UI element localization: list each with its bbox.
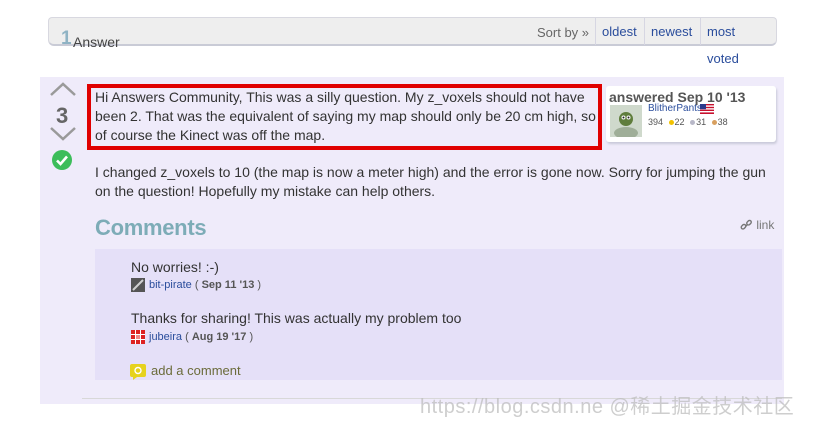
- user-card: answered Sep 10 '13 BlitherPants 394 22: [606, 86, 776, 142]
- permalink[interactable]: link: [740, 218, 774, 232]
- gold-badge-count: 22: [674, 117, 685, 127]
- answer-count: 1: [61, 28, 72, 49]
- user-stats: 394 22 31 38: [648, 117, 728, 127]
- silver-badge-icon: [690, 120, 696, 126]
- highlight-box: [87, 84, 602, 150]
- user-karma: 394: [648, 117, 664, 127]
- comment-date-1: Sep 11 '13: [201, 278, 255, 291]
- comment-avatar-1: [131, 278, 145, 292]
- comment-meta-1: bit-pirate ( Sep 11 '13 ): [131, 278, 261, 292]
- comments-box: No worries! :-) bit-pirate ( Sep 11 '13 …: [95, 249, 782, 380]
- comment-text-1: No worries! :-): [131, 259, 219, 275]
- add-comment-link[interactable]: add a comment: [130, 363, 241, 380]
- add-comment-label: add a comment: [151, 363, 241, 378]
- accepted-check-icon: [52, 150, 72, 170]
- bronze-badge-icon: [711, 120, 717, 126]
- us-flag-icon: [700, 104, 714, 114]
- user-name[interactable]: BlitherPants: [648, 103, 702, 114]
- vote-up-icon[interactable]: [49, 81, 77, 97]
- comment-text-2: Thanks for sharing! This was actually my…: [131, 310, 462, 326]
- link-label: link: [756, 218, 775, 232]
- bronze-badge-count: 38: [717, 117, 728, 127]
- comment-meta-2: jubeira ( Aug 19 '17 ): [131, 330, 253, 344]
- comment-author-2[interactable]: jubeira: [149, 331, 182, 343]
- comments-heading: Comments: [95, 215, 207, 240]
- watermark: https://blog.csdn.ne @稀土掘金技术社区: [420, 396, 795, 418]
- sort-tab-newest[interactable]: newest: [644, 18, 698, 45]
- sort-tab-most-voted[interactable]: most voted: [700, 18, 776, 66]
- gold-badge-icon: [668, 120, 674, 126]
- answers-header: 1 Answer Sort by » oldest newest most vo…: [48, 17, 777, 66]
- answer-count-label: Answer: [73, 34, 120, 50]
- vote-down-icon[interactable]: [49, 126, 77, 142]
- silver-badge-count: 31: [696, 117, 707, 127]
- comment-author-1[interactable]: bit-pirate: [149, 279, 192, 291]
- link-icon: [740, 220, 752, 230]
- comment-date-2: Aug 19 '17: [191, 330, 247, 343]
- user-avatar[interactable]: [610, 105, 642, 137]
- answer-paragraph-2: I changed z_voxels to 10 (the map is now…: [95, 164, 766, 199]
- comment-avatar-2: [131, 330, 145, 344]
- add-comment-icon: [130, 363, 146, 380]
- sort-by-label: Sort by »: [537, 25, 590, 40]
- answer-block: 3 Hi Answers Community, This was a silly…: [40, 77, 784, 404]
- sort-tab-oldest[interactable]: oldest: [595, 18, 643, 45]
